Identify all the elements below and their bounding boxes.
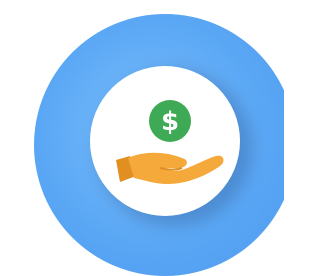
open-hand-icon	[116, 152, 224, 184]
icon-canvas: $	[0, 0, 284, 276]
hand-crease	[159, 167, 183, 171]
dollar-coin-icon: $	[149, 100, 191, 142]
hand-holding-dollar-icon: $	[116, 100, 224, 184]
dollar-sign: $	[161, 107, 179, 137]
